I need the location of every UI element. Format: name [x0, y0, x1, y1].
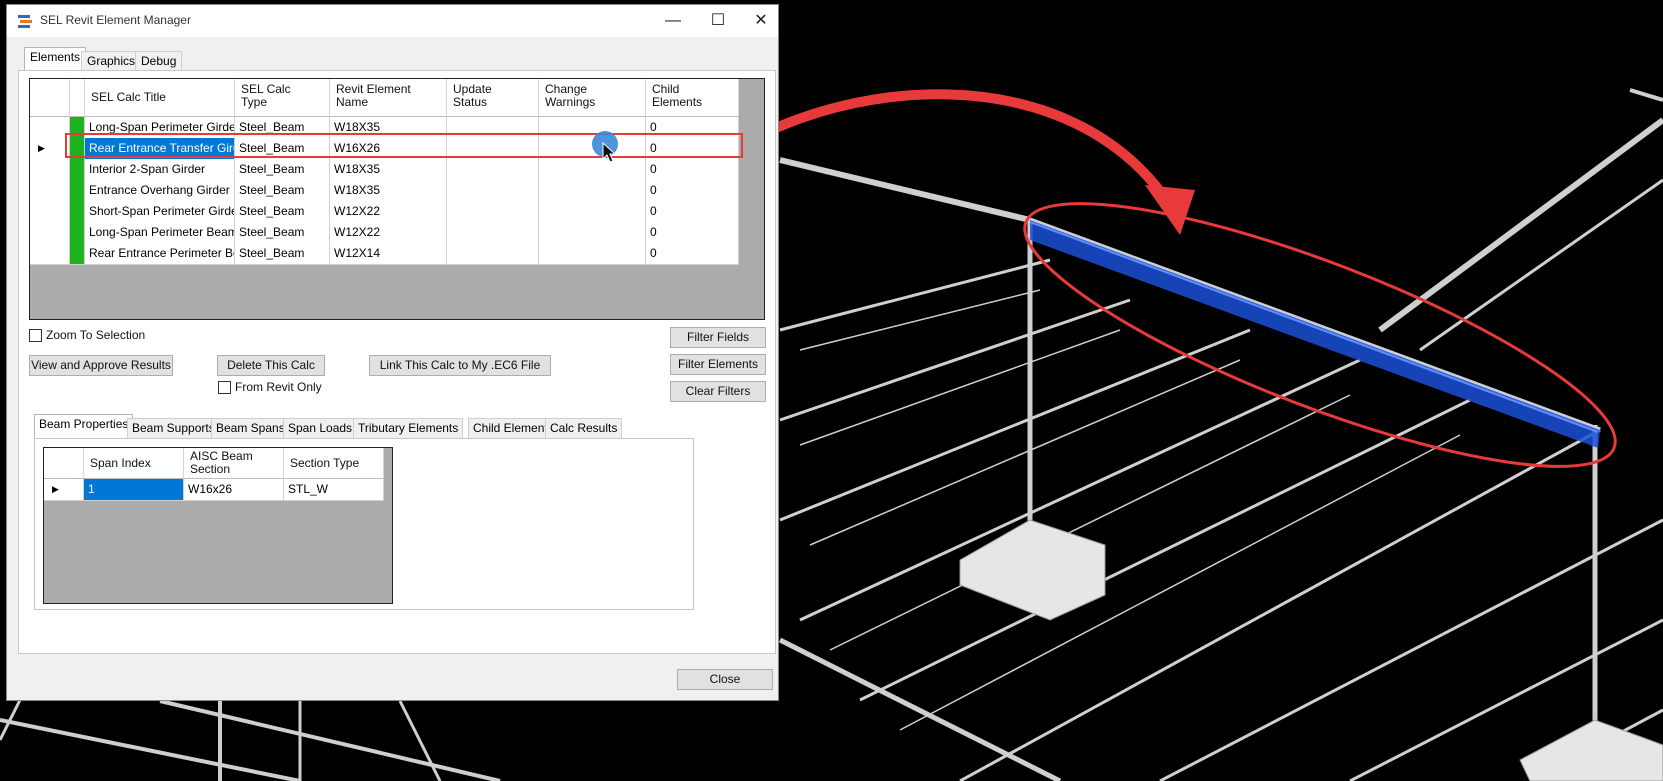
element-name-cell[interactable]: W18X35 [330, 180, 447, 202]
status-indicator [70, 201, 85, 223]
app-logo-icon [18, 15, 32, 28]
column-header-warnings[interactable]: Change Warnings [539, 79, 646, 117]
minimize-button[interactable]: — [650, 5, 696, 37]
child-elements-cell[interactable]: 0 [646, 159, 739, 181]
calc-type-cell[interactable]: Steel_Beam [235, 159, 330, 181]
column-header-child[interactable]: Child Elements [646, 79, 739, 117]
change-warnings-cell[interactable] [539, 201, 646, 223]
from-revit-only-label: From Revit Only [235, 380, 322, 394]
row-selector-icon[interactable] [30, 243, 70, 265]
table-row[interactable]: Interior 2-Span Girder Steel_Beam W18X35 0 [30, 159, 739, 181]
element-name-cell[interactable]: W18X35 [330, 159, 447, 181]
span-row-header-column [44, 448, 84, 479]
tab-beam-properties[interactable]: Beam Properties [34, 414, 134, 438]
tab-tributary-elements[interactable]: Tributary Elements [353, 418, 464, 438]
update-status-cell[interactable] [447, 243, 539, 265]
child-elements-cell[interactable]: 0 [646, 201, 739, 223]
calc-type-cell[interactable]: Steel_Beam [235, 201, 330, 223]
calc-title-cell[interactable]: Interior 2-Span Girder [85, 159, 235, 181]
column-header-type[interactable]: SEL Calc Type [235, 79, 330, 117]
column-header-title[interactable]: SEL Calc Title [85, 79, 235, 117]
calc-type-cell[interactable]: Steel_Beam [235, 243, 330, 265]
title-bar: SEL Revit Element Manager — ☐ ✕ [7, 5, 778, 37]
element-name-cell[interactable]: W12X14 [330, 243, 447, 265]
table-row[interactable]: Short-Span Perimeter Girder Steel_Beam W12… [30, 201, 739, 223]
element-name-cell[interactable]: W12X22 [330, 222, 447, 244]
table-row[interactable]: Entrance Overhang Girder Steel_Beam W18X35… [30, 180, 739, 202]
column-header-section-type[interactable]: Section Type [284, 448, 384, 479]
delete-calc-button[interactable]: Delete This Calc [217, 355, 325, 376]
calc-title-cell[interactable]: Rear Entrance Perimeter Beam [85, 243, 235, 265]
close-window-button[interactable]: ✕ [738, 5, 784, 37]
close-button[interactable]: Close [677, 669, 773, 690]
tab-beam-spans[interactable]: Beam Spans [211, 418, 290, 438]
change-warnings-cell[interactable] [539, 243, 646, 265]
filter-elements-button[interactable]: Filter Elements [670, 354, 766, 375]
status-indicator [70, 159, 85, 181]
clear-filters-button[interactable]: Clear Filters [670, 381, 766, 402]
status-indicator [70, 180, 85, 202]
filter-fields-button[interactable]: Filter Fields [670, 327, 766, 348]
column-header-name[interactable]: Revit Element Name [330, 79, 447, 117]
row-selector-icon[interactable] [30, 159, 70, 181]
column-header-aisc-section[interactable]: AISC Beam Section [184, 448, 284, 479]
status-indicator [70, 243, 85, 265]
calc-type-cell[interactable]: Steel_Beam [235, 180, 330, 202]
child-elements-cell[interactable]: 0 [646, 180, 739, 202]
link-calc-button[interactable]: Link This Calc to My .EC6 File [369, 355, 551, 376]
window-title: SEL Revit Element Manager [40, 13, 191, 27]
zoom-to-selection-label: Zoom To Selection [46, 328, 146, 342]
status-indicator [70, 222, 85, 244]
tab-calc-results[interactable]: Calc Results [545, 418, 623, 438]
from-revit-only-checkbox[interactable] [218, 381, 231, 394]
element-name-cell[interactable]: W12X22 [330, 201, 447, 223]
update-status-cell[interactable] [447, 222, 539, 244]
tab-beam-supports[interactable]: Beam Supports [127, 418, 220, 438]
beam-tabs: Beam Properties Beam Supports Beam Spans… [34, 414, 694, 438]
table-row[interactable]: Long-Span Perimeter Beam Steel_Beam W12X22… [30, 222, 739, 244]
row-selector-icon[interactable] [30, 222, 70, 244]
section-type-cell[interactable]: STL_W [284, 479, 384, 501]
row-selector-icon[interactable]: ▶ [30, 138, 70, 160]
table-row[interactable]: ▶ 1 W16x26 STL_W [44, 479, 384, 501]
beam-properties-panel: Span Index AISC Beam Section Section Typ… [34, 438, 694, 610]
status-column-header [70, 79, 85, 117]
change-warnings-cell[interactable] [539, 159, 646, 181]
tab-debug[interactable]: Debug [135, 51, 183, 71]
elements-grid[interactable]: SEL Calc Title SEL Calc Type Revit Eleme… [29, 78, 765, 320]
row-selector-icon[interactable] [30, 117, 70, 139]
column-header-span-index[interactable]: Span Index [84, 448, 184, 479]
change-warnings-cell[interactable] [539, 222, 646, 244]
calc-title-cell[interactable]: Entrance Overhang Girder [85, 180, 235, 202]
row-selector-icon[interactable] [30, 180, 70, 202]
update-status-cell[interactable] [447, 159, 539, 181]
element-manager-window: SEL Revit Element Manager — ☐ ✕ Elements… [6, 4, 779, 701]
change-warnings-cell[interactable] [539, 180, 646, 202]
calc-title-cell[interactable]: Long-Span Perimeter Beam [85, 222, 235, 244]
tab-graphics[interactable]: Graphics [81, 51, 142, 71]
update-status-cell[interactable] [447, 201, 539, 223]
row-header-column [30, 79, 70, 117]
row-selector-icon[interactable]: ▶ [44, 479, 84, 501]
update-status-cell[interactable] [447, 180, 539, 202]
tab-span-loads[interactable]: Span Loads [283, 418, 358, 438]
row-selector-icon[interactable] [30, 201, 70, 223]
child-elements-cell[interactable]: 0 [646, 243, 739, 265]
aisc-section-cell[interactable]: W16x26 [184, 479, 284, 501]
calc-title-cell[interactable]: Short-Span Perimeter Girder [85, 201, 235, 223]
calc-type-cell[interactable]: Steel_Beam [235, 222, 330, 244]
span-grid[interactable]: Span Index AISC Beam Section Section Typ… [43, 447, 393, 604]
table-row[interactable]: Rear Entrance Perimeter BeamSteel_BeamW1… [30, 243, 739, 265]
view-approve-results-button[interactable]: View and Approve Results [29, 355, 173, 376]
span-index-cell[interactable]: 1 [84, 479, 184, 501]
selected-row-highlight [65, 133, 743, 158]
child-elements-cell[interactable]: 0 [646, 222, 739, 244]
tab-elements[interactable]: Elements [24, 47, 87, 71]
maximize-button[interactable]: ☐ [695, 5, 741, 37]
column-header-update[interactable]: Update Status [447, 79, 539, 117]
mouse-pointer-icon [602, 142, 616, 163]
zoom-to-selection-checkbox[interactable] [29, 329, 42, 342]
